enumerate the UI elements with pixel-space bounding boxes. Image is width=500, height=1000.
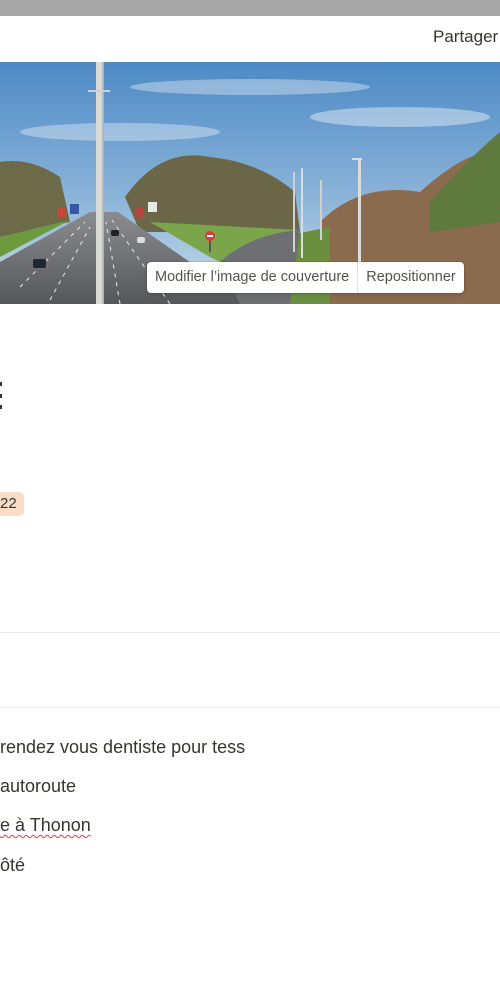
list-item[interactable]: ôté [0, 855, 25, 876]
divider-bottom [0, 707, 500, 708]
share-button[interactable]: Partager [433, 27, 498, 47]
list-item[interactable]: e à Thonon [0, 815, 91, 836]
change-cover-button[interactable]: Modifier l’image de couverture [147, 262, 357, 293]
page-header: Partager [0, 16, 500, 62]
window-top-bar [0, 0, 500, 16]
list-item-text: e à Thonon [0, 815, 91, 835]
list-item[interactable]: autoroute [0, 776, 76, 797]
date-tag[interactable]: 22 [0, 492, 24, 516]
page-title-fragment [0, 372, 3, 412]
list-item[interactable]: rendez vous dentiste pour tess [0, 737, 245, 758]
cover-actions: Modifier l’image de couverture Repositio… [147, 262, 464, 293]
reposition-button[interactable]: Repositionner [358, 262, 463, 293]
divider-top [0, 632, 500, 633]
